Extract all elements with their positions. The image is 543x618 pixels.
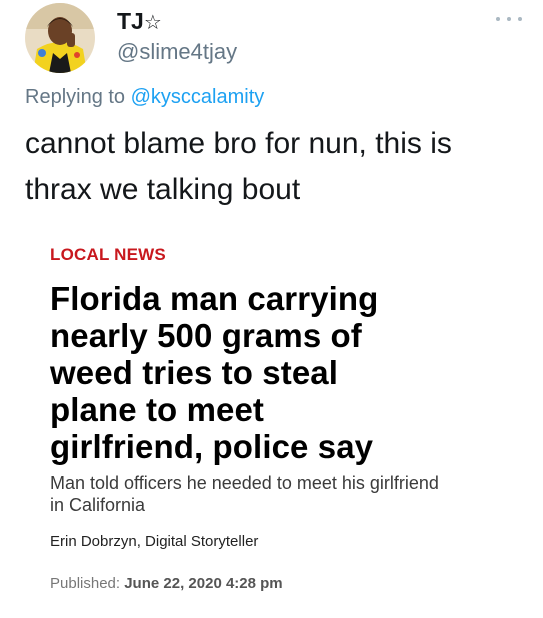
dek-line: Man told officers he needed to meet his …	[50, 473, 439, 493]
article-headline: Florida man carrying nearly 500 grams of…	[50, 280, 520, 465]
headline-line: plane to meet	[50, 391, 265, 428]
headline-line: weed tries to steal	[50, 354, 339, 391]
reply-to-link[interactable]: @kysccalamity	[131, 86, 265, 108]
tweet-text-line: cannot blame bro for nun, this is	[25, 127, 452, 160]
ellipsis-icon[interactable]	[496, 14, 522, 24]
reply-context: Replying to @kysccalamity	[25, 84, 264, 110]
display-name[interactable]: TJ☆	[117, 7, 162, 36]
article-subheadline: Man told officers he needed to meet his …	[50, 472, 520, 516]
headline-line: Florida man carrying	[50, 280, 379, 317]
star-emoji: ☆	[143, 10, 162, 34]
tweet-text: cannot blame bro for nun, this is thrax …	[25, 121, 520, 213]
user-handle[interactable]: @slime4tjay	[117, 38, 237, 66]
article-byline: Erin Dobrzyn, Digital Storyteller	[50, 533, 259, 550]
tweet-text-line: thrax we talking bout	[25, 173, 301, 206]
avatar[interactable]	[25, 3, 95, 73]
display-name-text: TJ	[117, 8, 144, 34]
headline-line: girlfriend, police say	[50, 428, 374, 465]
published-label: Published:	[50, 575, 125, 592]
section-label: LOCAL NEWS	[50, 245, 166, 264]
published-date: Published: June 22, 2020 4:28 pm	[50, 574, 520, 594]
published-value: June 22, 2020 4:28 pm	[124, 575, 283, 592]
article-screenshot: LOCAL NEWS Florida man carrying nearly 5…	[50, 243, 520, 594]
headline-line: nearly 500 grams of	[50, 317, 362, 354]
reply-prefix: Replying to	[25, 86, 131, 108]
dek-line: in California	[50, 495, 146, 515]
